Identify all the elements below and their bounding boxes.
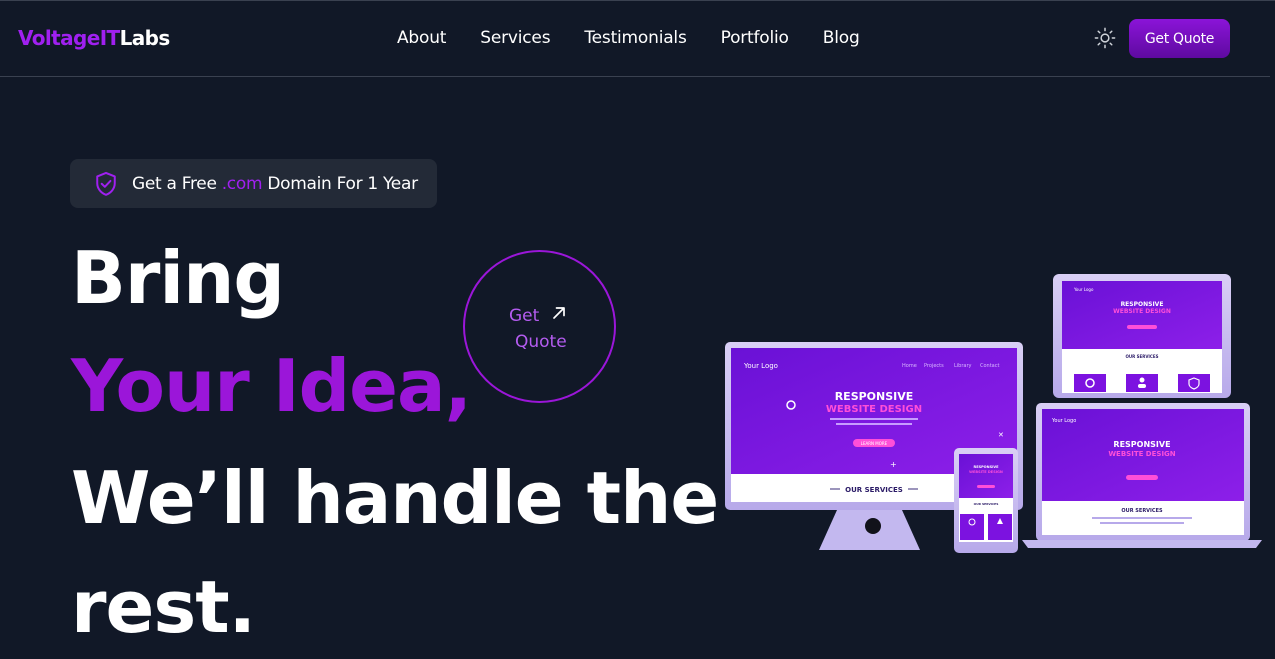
svg-text:+: + [890, 460, 897, 469]
monitor-nav-3: Library [954, 363, 972, 369]
laptop-heading-2: WEBSITE DESIGN [1108, 450, 1175, 458]
tablet-section: OUR SERVICES [1126, 354, 1159, 359]
promo-text-accent: .com [221, 173, 263, 194]
nav-links: About Services Testimonials Portfolio Bl… [397, 28, 860, 48]
responsive-devices-illustration: Your Logo Home Projects Library Contact … [725, 274, 1262, 553]
shield-check-icon [96, 171, 116, 196]
laptop-device: Your Logo RESPONSIVE WEBSITE DESIGN OUR … [1022, 403, 1262, 548]
arrow-up-right-icon [553, 307, 565, 319]
monitor-heading-2: WEBSITE DESIGN [826, 404, 922, 415]
tablet-device: Your Logo RESPONSIVE WEBSITE DESIGN OUR … [1053, 274, 1231, 398]
nav-link-about[interactable]: About [397, 28, 446, 48]
sun-icon[interactable] [1094, 27, 1116, 49]
monitor-section: OUR SERVICES [845, 486, 903, 494]
monitor-nav-2: Projects [924, 363, 944, 369]
phone-device: RESPONSIVE WEBSITE DESIGN OUR SERVICES [954, 448, 1018, 553]
nav-link-services[interactable]: Services [480, 28, 550, 48]
svg-text:✕: ✕ [998, 431, 1004, 439]
hero-line-4: rest. [71, 565, 256, 649]
phone-heading-2: WEBSITE DESIGN [969, 470, 1003, 474]
phone-section: OUR SERVICES [974, 502, 999, 506]
tablet-brand: Your Logo [1073, 287, 1094, 292]
promo-text-suffix: Domain For 1 Year [262, 173, 418, 194]
hero-line-2: Your Idea, [71, 344, 472, 428]
nav-divider [0, 76, 1270, 77]
monitor-nav-1: Home [902, 363, 917, 369]
laptop-heading-1: RESPONSIVE [1113, 440, 1170, 449]
laptop-section: OUR SERVICES [1121, 508, 1163, 514]
monitor-heading-1: RESPONSIVE [835, 390, 914, 403]
promo-text: Get a Free .com Domain For 1 Year [132, 174, 418, 194]
hero-line-1: Bring [71, 236, 285, 320]
tablet-heading-1: RESPONSIVE [1121, 301, 1164, 308]
monitor-button: LEARN MORE [861, 441, 888, 446]
monitor-nav-4: Contact [980, 363, 999, 369]
monitor-brand: Your Logo [743, 362, 778, 370]
tablet-heading-2: WEBSITE DESIGN [1113, 308, 1171, 315]
circle-label-line-2: Quote [515, 332, 567, 352]
circle-get-quote-label[interactable]: Get Quote [509, 303, 579, 355]
hero-line-3: We’ll handle the [71, 456, 719, 540]
get-quote-button[interactable]: Get Quote [1129, 19, 1230, 58]
laptop-brand: Your Logo [1051, 418, 1076, 424]
nav-link-portfolio[interactable]: Portfolio [721, 28, 789, 48]
brand-logo[interactable]: VoltageITLabs [18, 26, 170, 50]
nav-link-testimonials[interactable]: Testimonials [584, 28, 686, 48]
logo-part-voltageit: VoltageIT [18, 26, 120, 50]
promo-text-prefix: Get a Free [132, 173, 222, 194]
nav-link-blog[interactable]: Blog [823, 28, 860, 48]
promo-badge: Get a Free .com Domain For 1 Year [70, 159, 437, 208]
phone-heading-1: RESPONSIVE [974, 465, 1000, 469]
logo-part-labs: Labs [119, 26, 171, 50]
circle-label-line-1: Get [509, 306, 540, 326]
navbar: VoltageITLabs About Services Testimonial… [0, 0, 1275, 77]
